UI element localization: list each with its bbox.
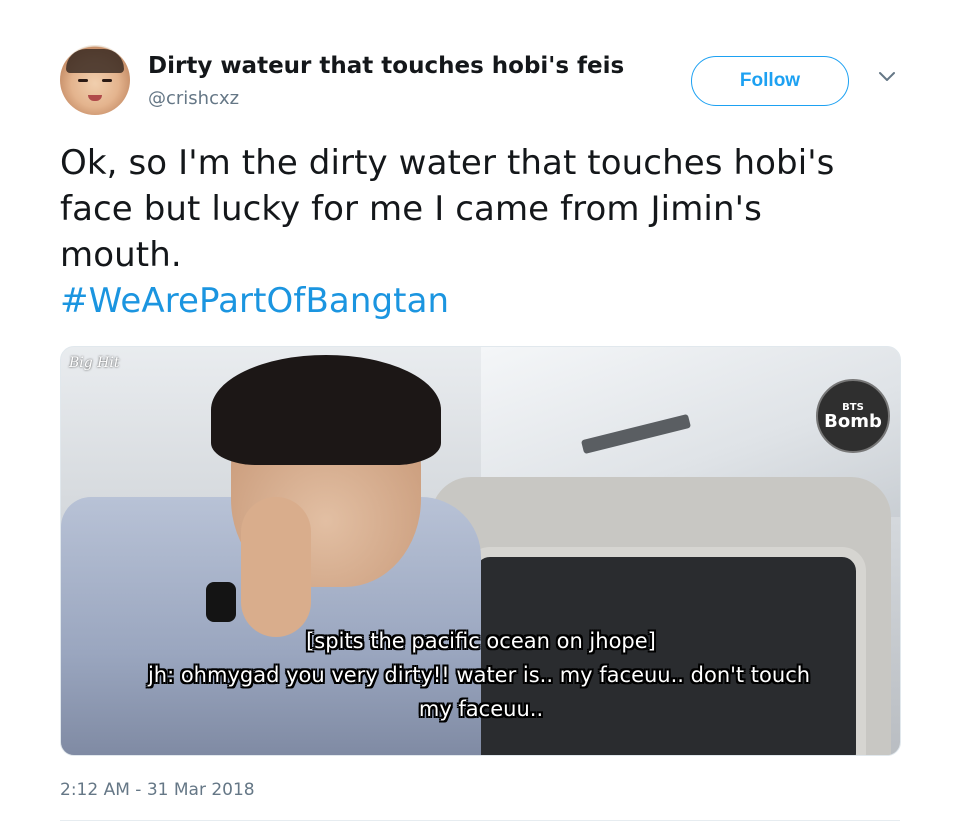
follow-button[interactable]: Follow bbox=[691, 56, 849, 106]
hashtag-link[interactable]: #WeArePartOfBangtan bbox=[60, 278, 920, 324]
avatar-hair bbox=[66, 49, 124, 73]
display-name[interactable]: Dirty wateur that touches hobi's feis bbox=[148, 53, 624, 79]
watermark-bts-bomb: BTS Bomb bbox=[816, 379, 890, 453]
image-caption-line: my faceuu.. bbox=[418, 697, 544, 721]
tweet-media-image[interactable]: Big Hit BTS Bomb [spits the pacific ocea… bbox=[60, 346, 901, 756]
tweet-text: Ok, so I'm the dirty water that touches … bbox=[60, 140, 920, 324]
tweet-text-line: face but lucky for me I came from Jimin'… bbox=[60, 189, 762, 229]
image-caption-line: jh: ohmygad you very dirty!! water is.. … bbox=[147, 663, 811, 687]
person-hand bbox=[241, 497, 311, 637]
avatar-eye-left bbox=[78, 79, 88, 82]
tweet-text-line: mouth. bbox=[60, 235, 182, 275]
chevron-down-icon[interactable] bbox=[876, 68, 898, 84]
person-ring bbox=[206, 582, 236, 622]
user-handle[interactable]: @crishcxz bbox=[148, 88, 239, 109]
tweet-text-line: Ok, so I'm the dirty water that touches … bbox=[60, 143, 835, 183]
watermark-bomb-text: Bomb bbox=[824, 410, 882, 432]
person-hair bbox=[211, 355, 441, 465]
image-caption-line: [spits the pacific ocean on jhope] bbox=[306, 629, 656, 653]
tweet-card: Dirty wateur that touches hobi's feis @c… bbox=[0, 0, 960, 826]
avatar-eye-right bbox=[102, 79, 112, 82]
avatar-mouth bbox=[88, 95, 102, 101]
avatar[interactable] bbox=[60, 45, 130, 115]
divider bbox=[60, 820, 900, 821]
watermark-bighit: Big Hit bbox=[69, 355, 120, 371]
tweet-timestamp[interactable]: 2:12 AM - 31 Mar 2018 bbox=[60, 780, 255, 800]
